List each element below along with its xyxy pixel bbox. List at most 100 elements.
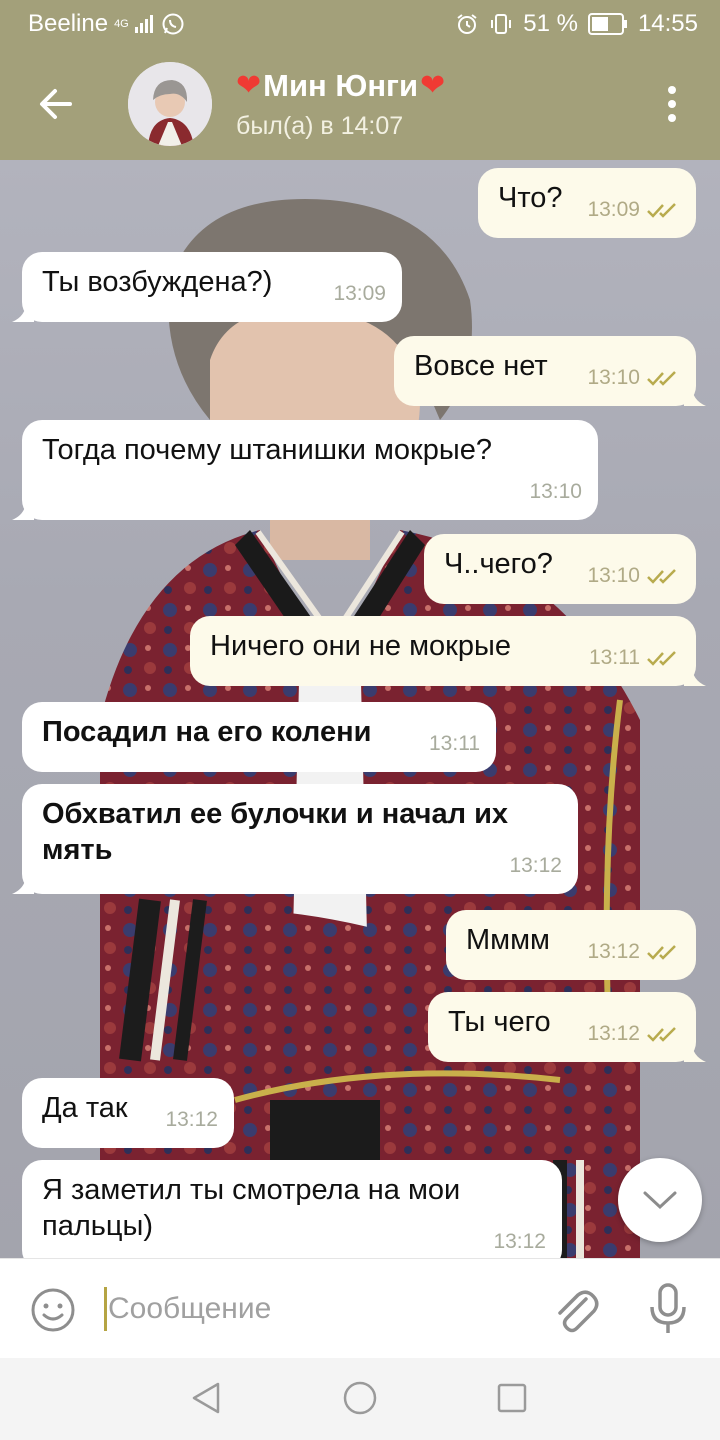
chat-title[interactable]: ❤ Мин Юнги ❤ [236,68,445,104]
message-bubble-outgoing[interactable]: Ничего они не мокрые 13:11 [190,616,706,686]
message-text: Ч..чего? [444,548,553,580]
bubble-tail [684,386,706,406]
microphone-icon [650,1283,686,1333]
message-bubble-incoming[interactable]: Тогда почему штанишки мокрые? 13:10 [12,420,598,520]
message-meta: 13:10 [587,558,680,594]
message-text: Ничего они не мокрые [210,630,511,662]
message-meta: 13:12 [587,934,680,970]
whatsapp-icon [162,13,184,35]
contact-name: Мин Юнги [263,68,419,103]
more-vertical-icon [668,100,676,108]
status-bar: Beeline 4G 51 % 14:55 [0,0,720,48]
message-meta: 13:10 [587,360,680,396]
message-text: Я заметил ты смотрела на мои пальцы) [42,1174,461,1242]
message-bubble-incoming[interactable]: Обхватил ее булочки и начал их мять 13:1… [12,784,578,894]
square-recents-icon [497,1383,527,1413]
bubble-tail [12,874,34,894]
avatar[interactable] [128,62,212,146]
message-time: 13:11 [429,732,480,755]
avatar-image [128,62,212,146]
triangle-back-icon [192,1382,220,1414]
arrow-left-icon [40,89,72,119]
alarm-icon [457,14,477,34]
message-bubble-outgoing[interactable]: Вовсе нет 13:10 [394,336,706,406]
message-time: 13:09 [587,198,640,221]
chat-header: ❤ Мин Юнги ❤ был(а) в 14:07 [0,48,720,160]
vibrate-icon [491,14,512,34]
bubble-tail [684,666,706,686]
double-check-icon [647,1027,676,1042]
network-type: 4G [114,18,129,30]
message-text: Обхватил ее булочки и начал их мять [42,798,509,866]
message-time: 13:12 [509,854,562,877]
message-text: Вовсе нет [414,350,548,382]
chat-area[interactable]: Что? 13:09 Ты возбуждена?) 13:09 Вовсе н… [0,160,720,1258]
heart-icon: ❤ [420,69,446,102]
message-text: Тогда почему штанишки мокрые? [42,434,492,466]
nav-recents-button[interactable] [496,1380,528,1416]
message-text: Что? [498,182,563,214]
carrier-label: Beeline [28,10,109,37]
double-check-icon [647,203,676,218]
message-meta: 13:12 [509,848,562,884]
bubble-tail [684,1042,706,1062]
bubble-tail [12,302,34,322]
message-bubble-outgoing[interactable]: Мммм 13:12 [446,910,696,980]
attach-button[interactable] [552,1285,600,1335]
message-bubble-incoming[interactable]: Я заметил ты смотрела на мои пальцы) 13:… [22,1160,562,1258]
scroll-to-bottom-button[interactable] [618,1158,702,1242]
message-bubble-incoming[interactable]: Ты возбуждена?) 13:09 [12,252,402,322]
message-meta: 13:09 [333,276,386,312]
nav-home-button[interactable] [342,1380,378,1416]
bubble-tail [12,500,34,520]
message-text: Ты чего [448,1006,551,1038]
signal-icon [134,15,153,33]
status-right: 51 % 14:55 [455,10,698,38]
message-meta: 13:10 [529,474,582,510]
message-time: 13:12 [493,1230,546,1253]
message-text: Ты возбуждена?) [42,266,273,298]
chevron-down-icon [643,1191,677,1210]
nav-back-button[interactable] [188,1380,224,1416]
clock: 14:55 [637,10,698,37]
battery-icon [587,13,627,35]
double-check-icon [647,569,676,584]
double-check-icon [647,945,676,960]
system-nav-bar [0,1358,720,1440]
message-composer [0,1258,720,1358]
voice-message-button[interactable] [646,1283,690,1335]
heart-icon: ❤ [236,69,262,102]
circle-home-icon [343,1381,377,1415]
text-cursor [104,1287,107,1331]
message-text: Мммм [466,924,550,956]
message-meta: 13:12 [587,1016,680,1052]
message-input[interactable] [108,1285,528,1333]
message-time: 13:09 [333,282,386,305]
message-time: 13:11 [589,646,640,669]
double-check-icon [647,651,676,666]
message-meta: 13:11 [429,726,480,762]
message-meta: 13:11 [589,640,680,676]
message-time: 13:12 [587,940,640,963]
message-bubble-outgoing[interactable]: Ты чего 13:12 [428,992,706,1062]
back-button[interactable] [34,82,78,126]
message-bubble-incoming[interactable]: Посадил на его колени 13:11 [22,702,496,772]
message-time: 13:12 [587,1022,640,1045]
message-text: Посадил на его колени [42,716,372,748]
status-left: Beeline 4G [28,10,185,38]
message-time: 13:10 [587,366,640,389]
last-seen-status: был(а) в 14:07 [236,112,404,140]
more-options-button[interactable] [652,80,692,128]
message-bubble-outgoing[interactable]: Ч..чего? 13:10 [424,534,696,604]
paperclip-icon [558,1290,599,1333]
message-bubble-incoming[interactable]: Да так 13:12 [22,1078,234,1148]
message-time: 13:10 [529,480,582,503]
message-time: 13:10 [587,564,640,587]
message-time: 13:12 [165,1108,218,1131]
message-meta: 13:09 [587,192,680,228]
message-meta: 13:12 [165,1102,218,1138]
more-vertical-icon [668,114,676,122]
message-bubble-outgoing[interactable]: Что? 13:09 [478,168,696,238]
emoji-button[interactable] [30,1287,76,1333]
smile-icon [31,1288,75,1332]
